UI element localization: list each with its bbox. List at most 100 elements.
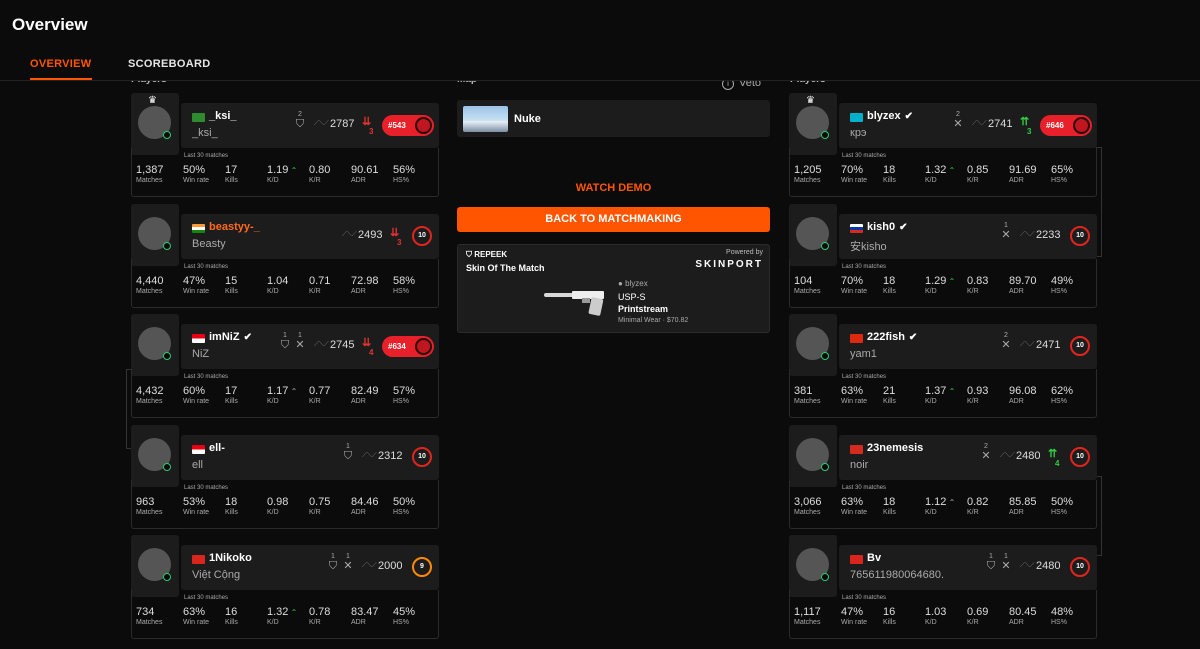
stat-label: Matches bbox=[794, 177, 821, 184]
stat-value: 1.29 ⌃ bbox=[925, 275, 955, 287]
stat-label: HS% bbox=[1051, 619, 1067, 626]
stat-value: 90.61 bbox=[351, 164, 379, 176]
stat-value-text: 1.32 bbox=[267, 606, 289, 618]
avatar[interactable] bbox=[789, 425, 837, 487]
stat-label: K/D bbox=[925, 398, 937, 405]
stat-label: Win rate bbox=[183, 619, 210, 626]
avatar[interactable] bbox=[789, 535, 837, 597]
avatar[interactable] bbox=[789, 204, 837, 266]
stat-value-text: 96.08 bbox=[1009, 385, 1037, 397]
stat-label: HS% bbox=[1051, 509, 1067, 516]
avatar[interactable]: ♛ bbox=[131, 93, 179, 155]
stat-value: 1.19 ⌃ bbox=[267, 164, 297, 176]
stat-label: Kills bbox=[225, 177, 238, 184]
skin-of-the-match-card[interactable]: ⛉ REPEEK Skin Of The Match Powered by SK… bbox=[457, 244, 770, 333]
avatar[interactable] bbox=[131, 204, 179, 266]
stat-kd: 1.32 ⌃ K/D bbox=[925, 164, 955, 184]
player-name[interactable]: 222fish ✔ bbox=[867, 331, 917, 343]
stat-value: 72.98 bbox=[351, 275, 379, 287]
stat-value: 0.98 bbox=[267, 496, 288, 508]
flag-icon bbox=[850, 113, 863, 122]
player-name-text: _ksi_ bbox=[209, 110, 237, 122]
player-card[interactable]: ell-ell 10 2312 ⟋⟍⟋ 1 ⛉ Last 30 matches 963 Matc… bbox=[131, 425, 439, 529]
avatar[interactable] bbox=[789, 314, 837, 376]
rank-ring-icon bbox=[415, 338, 432, 355]
player-card[interactable]: Bv 765611980064680... 10 2480 ⟋⟍⟋ 1 ✕ 1 ⛉ Last 30… bbox=[789, 535, 1097, 639]
stat-winrate: 50% Win rate bbox=[183, 164, 209, 184]
stat-value: 16 bbox=[883, 606, 896, 618]
player-name[interactable]: _ksi_ bbox=[209, 110, 237, 122]
player-name[interactable]: imNiZ ✔ bbox=[209, 331, 252, 343]
stat-value: 734 bbox=[136, 606, 162, 618]
stat-value: 0.82 bbox=[967, 496, 988, 508]
avatar[interactable]: ♛ bbox=[789, 93, 837, 155]
player-card[interactable]: 222fish ✔ yam1 10 2471 ⟋⟍⟋ 2 ✕ Last 30 matches 38… bbox=[789, 314, 1097, 418]
player-card[interactable]: kish0 ✔ 安kisho 10 2233 ⟋⟍⟋ 1 ✕ Last 30 matches 10… bbox=[789, 204, 1097, 308]
player-card[interactable]: 1Nikoko Việt Cộng 9 2000 ⟋⟍⟋ 1 ✕ 1 ⛉ Last 30 matc… bbox=[131, 535, 439, 639]
elo-value: 2493 bbox=[358, 229, 383, 241]
stat-label: K/R bbox=[309, 509, 321, 516]
stat-value: 89.70 bbox=[1009, 275, 1037, 287]
player-name[interactable]: 23nemesis bbox=[867, 442, 923, 454]
avatar[interactable] bbox=[131, 314, 179, 376]
stat-label: K/R bbox=[967, 288, 979, 295]
stat-kills: 21 Kills bbox=[883, 385, 896, 405]
shield-icon: ⛉ bbox=[986, 560, 996, 572]
stat-value: 45% bbox=[393, 606, 415, 618]
stat-value-text: 1.03 bbox=[925, 606, 947, 618]
stat-value: 47% bbox=[841, 606, 867, 618]
player-name[interactable]: kish0 ✔ bbox=[867, 221, 908, 233]
player-header: blyzex ✔ крэ #646 ⇈ 3 2741 ⟋⟍⟋ 2 ✕ bbox=[839, 103, 1097, 148]
stat-label: Matches bbox=[136, 619, 163, 626]
last-30-label: Last 30 matches bbox=[184, 485, 229, 491]
player-header: kish0 ✔ 安kisho 10 2233 ⟋⟍⟋ 1 ✕ bbox=[839, 214, 1097, 259]
stat-label: Matches bbox=[794, 509, 821, 516]
stat-label: K/D bbox=[267, 619, 279, 626]
player-name[interactable]: Bv bbox=[867, 552, 881, 564]
stat-value-text: 49% bbox=[1051, 275, 1074, 287]
stat-value-text: 65% bbox=[1051, 164, 1074, 176]
swords-icon: ✕ bbox=[981, 450, 991, 462]
stat-value-text: 1.12 bbox=[925, 496, 947, 508]
level-icon: 10 bbox=[1070, 447, 1090, 467]
back-to-matchmaking-button[interactable]: BACK TO MATCHMAKING bbox=[457, 207, 770, 232]
tab-overview[interactable]: OVERVIEW bbox=[30, 58, 92, 80]
stat-value-text: 47% bbox=[841, 606, 864, 618]
watch-demo-button[interactable]: WATCH DEMO bbox=[457, 182, 770, 194]
stat-label: K/D bbox=[267, 177, 279, 184]
player-card[interactable]: ♛ blyzex ✔ крэ #646 ⇈ 3 2741 ⟋⟍⟋ 2 ✕ Last 30 matche… bbox=[789, 93, 1097, 197]
swords-icon: ✕ bbox=[953, 118, 963, 130]
stat-value-text: 56% bbox=[393, 164, 416, 176]
elo-value: 2471 bbox=[1036, 339, 1061, 351]
stat-label: K/R bbox=[309, 288, 321, 295]
player-card[interactable]: ♛ _ksi_ _ksi_ #543 ⇊ 3 2787 ⟋⟍⟋ 2 ⛉ Last 30 matche… bbox=[131, 93, 439, 197]
player-name[interactable]: blyzex ✔ bbox=[867, 110, 913, 122]
elo-value: 2312 bbox=[378, 450, 403, 462]
map-card[interactable]: Nuke bbox=[457, 100, 770, 137]
player-name[interactable]: beastyy-_ bbox=[209, 221, 260, 233]
player-card[interactable]: 23nemesis noir 10 ⇈ 4 2480 ⟋⟍⟋ 2 ✕ Last 30 matche… bbox=[789, 425, 1097, 529]
stat-value-text: 4,440 bbox=[136, 275, 164, 287]
last-30-label: Last 30 matches bbox=[842, 485, 887, 491]
stat-label: Win rate bbox=[841, 509, 868, 516]
player-card[interactable]: beastyy-_ Beasty 10 ⇊ 3 2493 ⟋⟍⟋ Last 30 matche… bbox=[131, 204, 439, 308]
avatar[interactable] bbox=[131, 535, 179, 597]
stat-value: 15 bbox=[225, 275, 238, 287]
stat-matches: 381 Matches bbox=[794, 385, 820, 405]
stat-kd: 1.29 ⌃ K/D bbox=[925, 275, 955, 295]
stat-value: 82.49 bbox=[351, 385, 379, 397]
player-name[interactable]: ell- bbox=[209, 442, 225, 454]
stat-value-text: 47% bbox=[183, 275, 206, 287]
stat-value-text: 1.04 bbox=[267, 275, 289, 287]
party-count: 1 bbox=[346, 443, 350, 450]
tab-scoreboard[interactable]: SCOREBOARD bbox=[128, 58, 210, 70]
player-alias: noir bbox=[850, 459, 869, 471]
verified-badge-icon: ✔ bbox=[899, 222, 908, 233]
stat-value-text: 21 bbox=[883, 385, 896, 397]
player-name[interactable]: 1Nikoko bbox=[209, 552, 252, 564]
avatar[interactable] bbox=[131, 425, 179, 487]
stat-value: 0.85 bbox=[967, 164, 988, 176]
player-name-text: 23nemesis bbox=[867, 442, 924, 454]
player-card[interactable]: imNiZ ✔ NiZ #634 ⇊ 4 2745 ⟋⟍⟋ 1 ✕ 1 ⛉ Last 30 matche… bbox=[131, 314, 439, 418]
rank-ring-icon bbox=[1073, 117, 1090, 134]
